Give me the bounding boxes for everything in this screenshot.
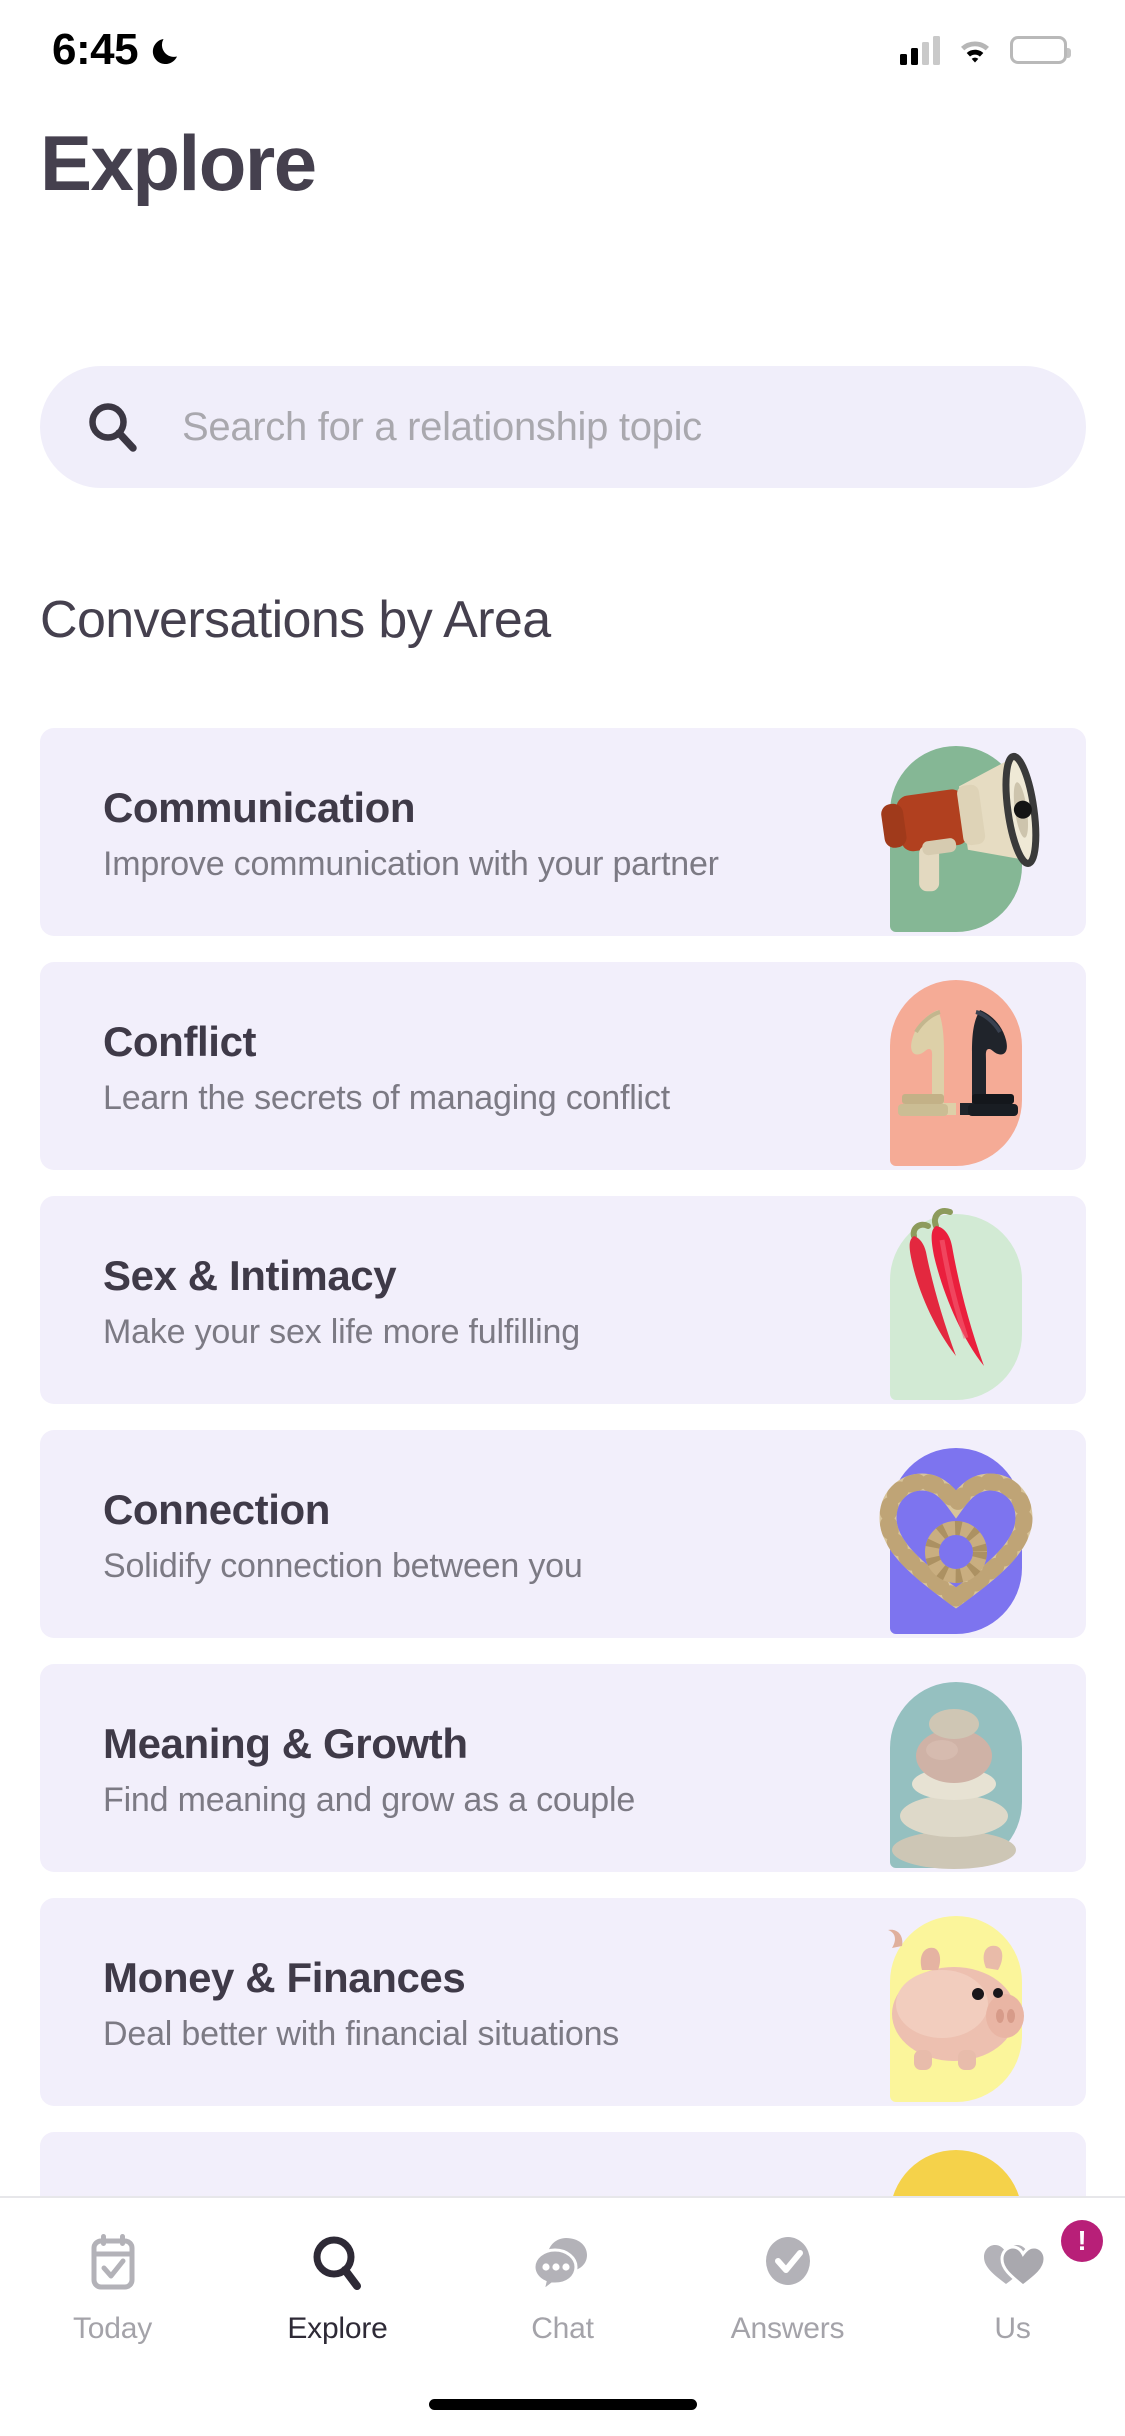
- card-subtitle: Deal better with financial situations: [103, 2014, 620, 2053]
- card-text: Money & Finances Deal better with financ…: [103, 1954, 619, 2054]
- area-card-meaning-growth[interactable]: Meaning & Growth Find meaning and grow a…: [40, 1664, 1086, 1872]
- balanced-stones-icon: [862, 1664, 1052, 1872]
- tab-label: Answers: [730, 2312, 845, 2345]
- two-hearts-icon: [980, 2230, 1047, 2296]
- card-title: Conflict: [103, 1018, 257, 1065]
- search-icon: [305, 2230, 371, 2296]
- chess-knights-icon: [862, 962, 1052, 1170]
- battery-icon: [1010, 36, 1071, 64]
- status-time: 6:45: [52, 25, 139, 74]
- card-title: Sex & Intimacy: [103, 1252, 397, 1299]
- piggy-bank-icon: [862, 1898, 1052, 2106]
- status-badge: !: [1061, 2220, 1103, 2262]
- card-subtitle: Make your sex life more fulfilling: [103, 1312, 580, 1351]
- search-placeholder: Search for a relationship topic: [182, 404, 702, 449]
- tab-label: Chat: [531, 2312, 594, 2345]
- page-title: Explore: [40, 119, 317, 207]
- tab-chat[interactable]: Chat: [450, 2230, 675, 2346]
- card-title: Money & Finances: [103, 1954, 466, 2001]
- status-bar-left: 6:45: [52, 25, 186, 75]
- area-card-communication[interactable]: Communication Improve communication with…: [40, 728, 1086, 936]
- tab-us[interactable]: ! Us: [900, 2220, 1125, 2346]
- card-title: Meaning & Growth: [103, 1720, 468, 1767]
- tab-answers[interactable]: Answers: [675, 2230, 900, 2346]
- calendar-check-icon: [80, 2230, 146, 2296]
- section-title: Conversations by Area: [40, 591, 551, 649]
- card-subtitle: Learn the secrets of managing conflict: [103, 1078, 670, 1117]
- chat-bubbles-icon: [530, 2230, 596, 2296]
- card-text: Sex & Intimacy Make your sex life more f…: [103, 1252, 580, 1352]
- home-indicator: [428, 2399, 697, 2410]
- card-title: Connection: [103, 1486, 330, 1533]
- check-circle-icon: [755, 2230, 821, 2296]
- card-subtitle: Find meaning and grow as a couple: [103, 1780, 636, 1819]
- status-bar: 6:45: [0, 0, 1125, 100]
- card-text: Meaning & Growth Find meaning and grow a…: [103, 1720, 635, 1820]
- status-bar-right: [900, 35, 1071, 65]
- conversation-area-list: Communication Improve communication with…: [40, 728, 1086, 2196]
- card-subtitle: Solidify connection between you: [103, 1546, 583, 1585]
- chili-peppers-icon: [862, 1196, 1052, 1404]
- card-title: Communication: [103, 784, 416, 831]
- card-text: Connection Solidify connection between y…: [103, 1486, 583, 1586]
- search-icon: [86, 400, 140, 454]
- partial-card-icon: [862, 2132, 1052, 2196]
- area-card-money-finances[interactable]: Money & Finances Deal better with financ…: [40, 1898, 1086, 2106]
- search-input[interactable]: Search for a relationship topic: [40, 366, 1086, 488]
- tab-label: Us: [994, 2312, 1031, 2345]
- rope-heart-icon: [862, 1430, 1052, 1638]
- area-card-partial[interactable]: [40, 2132, 1086, 2196]
- tab-label: Explore: [287, 2312, 388, 2345]
- area-card-connection[interactable]: Connection Solidify connection between y…: [40, 1430, 1086, 1638]
- tab-label: Today: [72, 2312, 153, 2345]
- crescent-moon-icon: [152, 33, 186, 67]
- wifi-icon: [956, 35, 994, 65]
- area-card-sex-intimacy[interactable]: Sex & Intimacy Make your sex life more f…: [40, 1196, 1086, 1404]
- tab-explore[interactable]: Explore: [225, 2230, 450, 2346]
- card-text: Communication Improve communication with…: [103, 784, 719, 884]
- card-text: Conflict Learn the secrets of managing c…: [103, 1018, 670, 1118]
- cellular-signal-icon: [900, 35, 940, 65]
- tab-today[interactable]: Today: [0, 2230, 225, 2346]
- area-card-conflict[interactable]: Conflict Learn the secrets of managing c…: [40, 962, 1086, 1170]
- card-subtitle: Improve communication with your partner: [103, 844, 719, 883]
- megaphone-icon: [862, 728, 1052, 936]
